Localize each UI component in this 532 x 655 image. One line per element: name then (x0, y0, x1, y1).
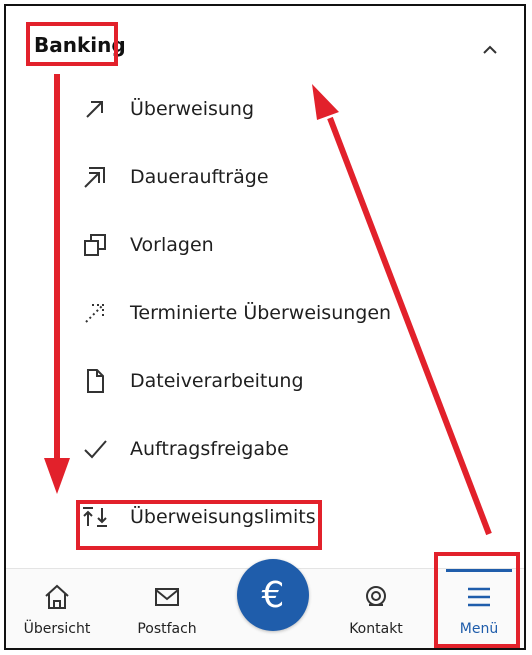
menu-item-ueberweisungslimits[interactable]: Überweisungslimits (6, 484, 524, 552)
menu-item-label: Terminierte Überweisungen (130, 302, 392, 324)
menu-item-label: Dateiverarbeitung (130, 370, 304, 392)
menu-item-label: Überweisungslimits (130, 506, 316, 528)
mail-icon (151, 581, 183, 613)
transfer-limits-icon (80, 502, 110, 532)
nav-label: Menü (459, 621, 499, 637)
nav-item-menue[interactable]: Menü (442, 569, 516, 648)
copy-icon (80, 230, 110, 260)
nav-label: Kontakt (349, 621, 403, 637)
nav-label: Postfach (137, 621, 197, 637)
bottom-navigation: Übersicht Postfach € Kontakt Menü (6, 559, 524, 648)
nav-item-postfach[interactable]: Postfach (126, 569, 208, 648)
app-screen: Banking Überweisung Daueraufträge Vorlag… (4, 4, 526, 650)
menu-item-label: Auftragsfreigabe (130, 438, 289, 460)
nav-item-uebersicht[interactable]: Übersicht (16, 569, 98, 648)
menu-item-label: Vorlagen (130, 234, 214, 256)
menu-item-dauerauftraege[interactable]: Daueraufträge (6, 144, 524, 212)
menu-item-label: Daueraufträge (130, 166, 269, 188)
arrow-up-right-icon (80, 94, 110, 124)
headset-icon (360, 581, 392, 613)
hamburger-menu-icon (463, 581, 495, 613)
nav-label: Übersicht (23, 621, 91, 637)
menu-item-terminierte-ueberweisungen[interactable]: Terminierte Überweisungen (6, 280, 524, 348)
menu-item-label: Überweisung (130, 98, 255, 120)
file-icon (80, 366, 110, 396)
chevron-up-icon[interactable] (476, 36, 504, 64)
nav-item-kontakt[interactable]: Kontakt (336, 569, 416, 648)
menu-item-dateiverarbeitung[interactable]: Dateiverarbeitung (6, 348, 524, 416)
checkmark-icon (80, 434, 110, 464)
menu-item-ueberweisung[interactable]: Überweisung (6, 76, 524, 144)
menu-item-vorlagen[interactable]: Vorlagen (6, 212, 524, 280)
home-icon (41, 581, 73, 613)
euro-symbol: € (261, 574, 285, 616)
dotted-arrow-icon (80, 298, 110, 328)
euro-icon[interactable]: € (237, 559, 309, 631)
menu-item-auftragsfreigabe[interactable]: Auftragsfreigabe (6, 416, 524, 484)
double-arrow-up-right-icon (80, 162, 110, 192)
section-title: Banking (34, 33, 126, 57)
